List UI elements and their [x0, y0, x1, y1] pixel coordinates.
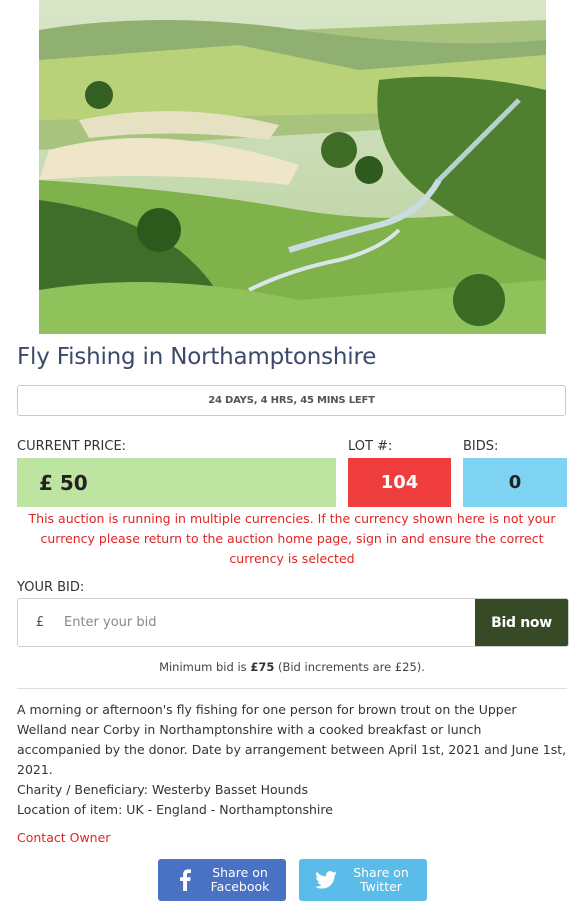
- lot-label: LOT #:: [348, 439, 393, 454]
- minimum-bid-prefix: Minimum bid is: [159, 660, 251, 674]
- item-photo: [39, 0, 546, 334]
- current-price-label: CURRENT PRICE:: [17, 439, 127, 454]
- bids-label: BIDS:: [463, 439, 499, 454]
- currency-warning: This auction is running in multiple curr…: [28, 511, 556, 566]
- share-twitter-button[interactable]: Share on Twitter: [299, 859, 427, 901]
- lot-number-value: 104: [348, 458, 451, 507]
- bid-input-group: £ Bid now: [17, 598, 569, 647]
- time-left-badge: 24 DAYS, 4 HRS, 45 MINS LEFT: [17, 385, 566, 416]
- bid-now-button[interactable]: Bid now: [475, 599, 568, 646]
- bids-count-value: 0: [463, 458, 567, 507]
- share-facebook-button[interactable]: Share on Facebook: [158, 859, 286, 901]
- divider: [17, 688, 567, 689]
- facebook-share-line2: Facebook: [210, 879, 270, 894]
- facebook-share-line1: Share on: [212, 865, 268, 880]
- item-info: Charity / Beneficiary: Westerby Basset H…: [17, 780, 333, 820]
- contact-owner-link[interactable]: Contact Owner: [17, 830, 110, 845]
- current-price-value: £ 50: [17, 458, 336, 507]
- twitter-share-line1: Share on: [353, 865, 409, 880]
- item-location: Location of item: UK - England - Northam…: [17, 802, 333, 817]
- charity-beneficiary: Charity / Beneficiary: Westerby Basset H…: [17, 782, 308, 797]
- item-description: A morning or afternoon's fly fishing for…: [17, 702, 567, 777]
- bid-amount-input[interactable]: [62, 599, 475, 646]
- bid-increment-text: (Bid increments are £25).: [274, 660, 425, 674]
- twitter-share-line2: Twitter: [360, 879, 402, 894]
- your-bid-label: YOUR BID:: [17, 580, 85, 595]
- minimum-bid-amount: £75: [250, 660, 275, 674]
- facebook-icon: [170, 869, 200, 891]
- page-title: Fly Fishing in Northamptonshire: [17, 344, 377, 370]
- currency-symbol: £: [35, 615, 45, 630]
- twitter-icon: [311, 871, 341, 889]
- minimum-bid-note: Minimum bid is £75 (Bid increments are £…: [17, 660, 567, 674]
